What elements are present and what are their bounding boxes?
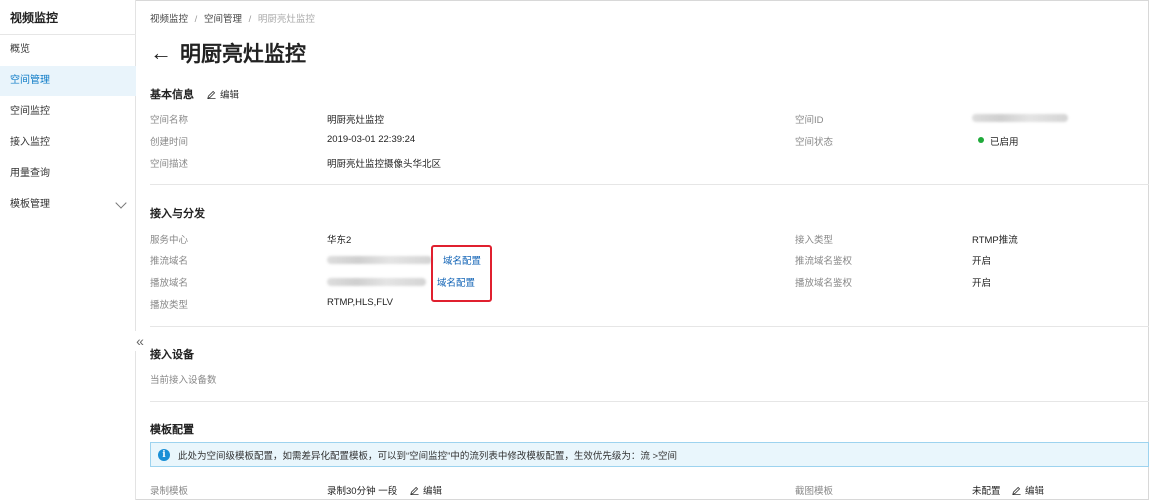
access-type-label: 接入类型 [795, 235, 834, 246]
breadcrumb-item-video-monitoring[interactable]: 视频监控 [150, 14, 188, 25]
page-title: 明厨亮灶监控 [180, 43, 306, 66]
snapshot-template-label: 截图模板 [795, 486, 834, 497]
basic-info-title: 基本信息 [150, 89, 194, 101]
service-center-value: 华东2 [327, 235, 352, 246]
pencil-icon [1012, 486, 1021, 495]
record-template-edit-button[interactable]: 编辑 [410, 483, 442, 497]
record-template-label: 录制模板 [150, 486, 189, 497]
space-id-label: 空间ID [795, 115, 824, 126]
record-template-value: 录制30分钟 一段 [327, 486, 398, 497]
main-content: 视频监控 / 空间管理 / 明厨亮灶监控 ← 明厨亮灶监控 基本信息 编辑 空间… [137, 0, 1149, 500]
divider [150, 184, 1149, 185]
back-arrow-icon[interactable]: ← [150, 41, 172, 65]
play-type-label: 播放类型 [150, 300, 189, 311]
play-domain-value-redacted [327, 278, 426, 286]
breadcrumb-item-space-management[interactable]: 空间管理 [204, 14, 242, 25]
created-time-value: 2019-03-01 22:39:24 [327, 134, 416, 145]
sidebar-item-space-management[interactable]: 空间管理 [0, 66, 136, 96]
access-title: 接入与分发 [150, 208, 205, 220]
devices-title: 接入设备 [150, 349, 194, 361]
sidebar-item-space-monitoring[interactable]: 空间监控 [0, 97, 136, 127]
highlight-box [431, 245, 492, 302]
page-header: ← 明厨亮灶监控 [150, 38, 306, 68]
breadcrumb-separator: / [194, 14, 198, 25]
space-id-value-redacted [972, 114, 1068, 122]
templates-title: 模板配置 [150, 424, 194, 436]
space-status-label: 空间状态 [795, 137, 834, 148]
space-name-label: 空间名称 [150, 115, 189, 126]
space-status-value: 已启用 [990, 137, 1019, 148]
play-auth-label: 播放域名鉴权 [795, 278, 853, 289]
edit-label: 编辑 [423, 486, 443, 497]
play-type-value: RTMP,HLS,FLV [327, 297, 393, 308]
sidebar-item-usage-query[interactable]: 用量查询 [0, 159, 136, 189]
snapshot-template-edit-button[interactable]: 编辑 [1012, 483, 1044, 497]
chevron-down-icon [115, 197, 127, 209]
space-name-value: 明厨亮灶监控 [327, 115, 385, 126]
sidebar-item-template-management[interactable]: 模板管理 [0, 190, 136, 220]
device-count-label: 当前接入设备数 [150, 375, 217, 386]
sidebar-item-access-monitoring[interactable]: 接入监控 [0, 128, 136, 158]
service-center-label: 服务中心 [150, 235, 189, 246]
breadcrumb: 视频监控 / 空间管理 / 明厨亮灶监控 [150, 11, 315, 25]
pencil-icon [207, 90, 216, 99]
push-auth-value: 开启 [972, 256, 992, 267]
push-auth-label: 推流域名鉴权 [795, 256, 853, 267]
play-auth-value: 开启 [972, 278, 992, 289]
info-icon: i [158, 448, 170, 461]
edit-label: 编辑 [220, 90, 240, 101]
edit-label: 编辑 [1025, 486, 1045, 497]
sidebar-title: 视频监控 [10, 11, 59, 25]
pencil-icon [410, 486, 419, 495]
divider [150, 326, 1149, 327]
divider [150, 401, 1149, 402]
sidebar: 视频监控 概览 空间管理 空间监控 接入监控 用量查询 模板管理 [0, 0, 136, 500]
created-time-label: 创建时间 [150, 137, 189, 148]
space-desc-label: 空间描述 [150, 159, 189, 170]
template-notice: i 此处为空间级模板配置，如需差异化配置模板，可以到“空间监控”中的流列表中修改… [150, 442, 1149, 467]
breadcrumb-separator: / [248, 14, 252, 25]
play-domain-label: 播放域名 [150, 278, 189, 289]
basic-info-edit-button[interactable]: 编辑 [207, 87, 239, 101]
sidebar-item-label: 模板管理 [10, 199, 50, 210]
notice-text: 此处为空间级模板配置，如需差异化配置模板，可以到“空间监控”中的流列表中修改模板… [178, 450, 678, 462]
access-type-value: RTMP推流 [972, 235, 1018, 246]
snapshot-template-value: 未配置 [972, 486, 1001, 497]
status-dot-icon [978, 137, 984, 143]
push-domain-label: 推流域名 [150, 256, 189, 267]
space-desc-value: 明厨亮灶监控摄像头华北区 [327, 159, 442, 170]
breadcrumb-item-current: 明厨亮灶监控 [257, 14, 315, 25]
push-domain-value-redacted [327, 256, 432, 264]
sidebar-item-overview[interactable]: 概览 [0, 35, 136, 65]
